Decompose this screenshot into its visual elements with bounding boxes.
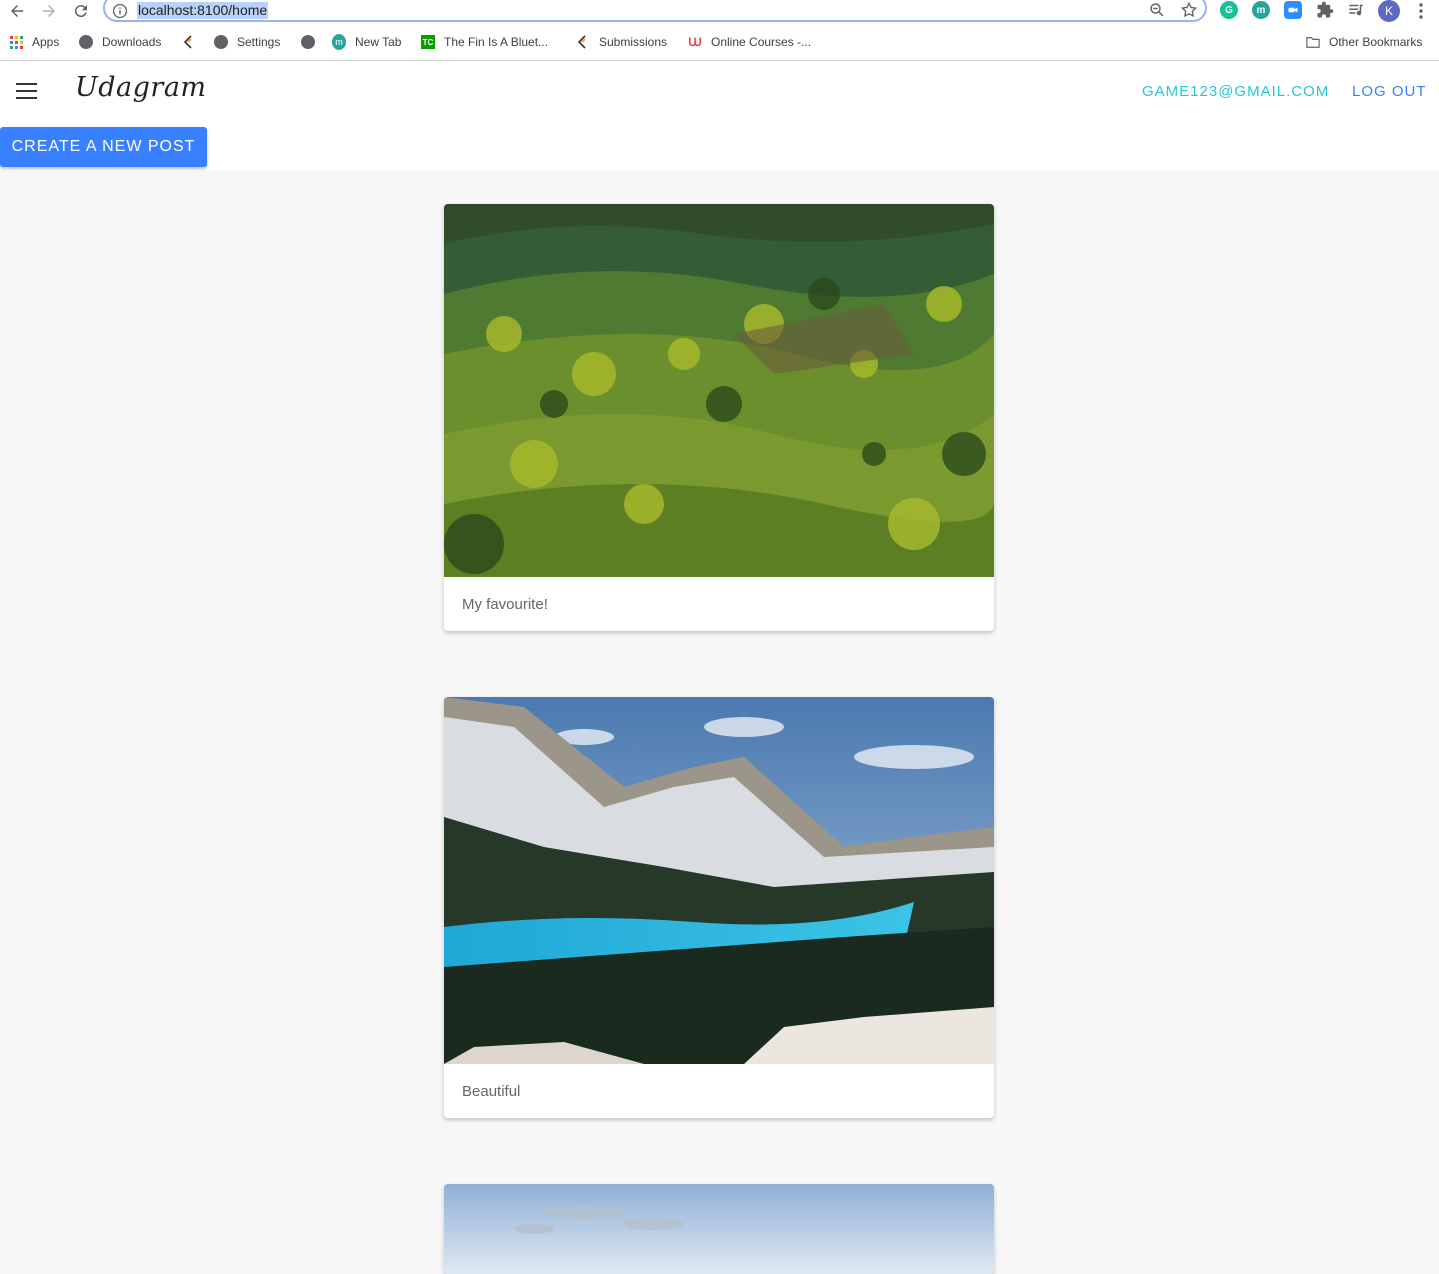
menu-icon[interactable] (16, 83, 37, 99)
action-row: CREATE A NEW POST (0, 124, 1439, 171)
post-caption: My favourite! (462, 595, 548, 613)
app-brand: Udagram (75, 72, 207, 103)
app-header: Udagram GAME123@GMAIL.COM LOG OUT (0, 61, 1439, 124)
feed-card: My favourite! (444, 204, 994, 631)
user-email[interactable]: GAME123@GMAIL.COM (1142, 83, 1329, 100)
bookmarks-bar: Apps Downloads Settings m New Tab TC The… (0, 24, 1439, 61)
m-extension-icon[interactable]: m (1252, 1, 1270, 19)
reload-icon[interactable] (69, 0, 93, 22)
bookmark-globe[interactable] (301, 33, 324, 51)
feed-card: Beautiful (444, 697, 994, 1118)
address-url[interactable]: localhost:8100/home (137, 2, 269, 19)
codepen-icon (182, 35, 196, 49)
udacity-icon (688, 35, 702, 49)
bookmark-label: Submissions (599, 35, 668, 49)
extensions-puzzle-icon[interactable] (1316, 1, 1334, 19)
grammarly-extension-icon[interactable]: G (1220, 1, 1238, 19)
browser-toolbar: localhost:8100/home G m K (0, 0, 1439, 24)
address-bar[interactable] (103, 0, 1207, 22)
other-bookmarks[interactable]: Other Bookmarks (1306, 33, 1422, 51)
bookmark-downloads[interactable]: Downloads (79, 33, 161, 51)
bookmark-settings[interactable]: Settings (214, 33, 280, 51)
bookmark-label: Downloads (102, 35, 162, 49)
logout-button[interactable]: LOG OUT (1352, 83, 1427, 100)
globe-icon (214, 35, 228, 49)
media-queue-icon[interactable] (1347, 1, 1365, 19)
bookmark-new-tab[interactable]: m New Tab (332, 33, 401, 51)
post-caption: Beautiful (462, 1082, 521, 1100)
bookmark-fin-bluetooth[interactable]: TC The Fin Is A Bluet... (421, 33, 548, 51)
codepen-icon (576, 35, 590, 49)
bookmark-star-icon[interactable] (1180, 1, 1198, 19)
m-icon: m (332, 34, 346, 50)
bookmark-codepen[interactable] (182, 33, 205, 51)
bookmark-label: Settings (237, 35, 281, 49)
forward-icon[interactable] (37, 0, 61, 22)
back-icon[interactable] (5, 0, 29, 22)
zoom-extension-icon[interactable] (1284, 1, 1302, 19)
bookmark-submissions[interactable]: Submissions (576, 33, 667, 51)
feed-card (444, 1184, 994, 1274)
folder-icon (1306, 35, 1320, 49)
profile-avatar[interactable]: K (1378, 0, 1400, 22)
bookmark-online-courses[interactable]: Online Courses -... (688, 33, 811, 51)
create-post-button[interactable]: CREATE A NEW POST (0, 127, 207, 167)
post-image (444, 697, 994, 1064)
zoom-icon[interactable] (1148, 1, 1166, 19)
globe-icon (301, 35, 315, 49)
globe-icon (79, 35, 93, 49)
bookmark-label: Online Courses -... (711, 35, 812, 49)
site-info-icon[interactable] (112, 3, 128, 19)
bookmark-label: New Tab (355, 35, 402, 49)
bookmark-label: Apps (32, 35, 60, 49)
tc-icon: TC (421, 35, 435, 49)
apps-grid-icon (9, 35, 23, 49)
post-image (444, 204, 994, 577)
bookmark-apps[interactable]: Apps (9, 33, 59, 51)
other-bookmarks-label: Other Bookmarks (1329, 35, 1423, 49)
browser-menu-icon[interactable] (1413, 2, 1429, 20)
post-image (444, 1184, 994, 1274)
bookmark-label: The Fin Is A Bluet... (444, 35, 549, 49)
